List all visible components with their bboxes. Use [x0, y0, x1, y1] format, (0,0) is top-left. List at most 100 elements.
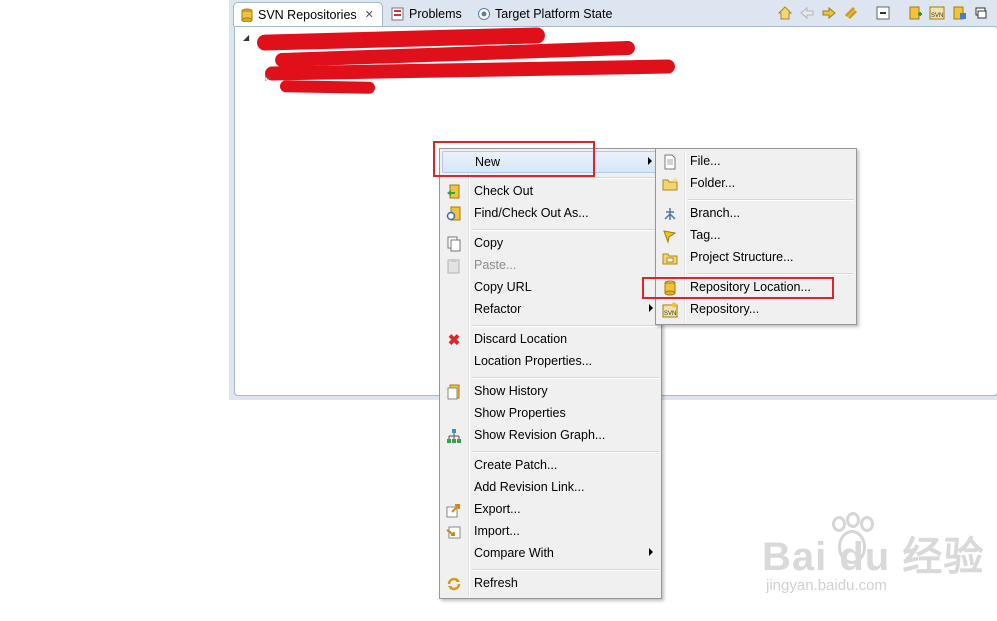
menu-separator	[688, 273, 854, 275]
menu-item-add-revision-link[interactable]: Add Revision Link...	[442, 477, 659, 499]
submenu-item-tag[interactable]: Tag...	[658, 225, 854, 247]
submenu-arrow-icon	[649, 304, 653, 312]
submenu-arrow-icon	[648, 157, 652, 165]
menu-item-import[interactable]: Import...	[442, 521, 659, 543]
back-icon[interactable]	[799, 5, 815, 21]
svg-text:SVN: SVN	[931, 13, 943, 19]
svn-repository-icon: SVN	[662, 302, 678, 318]
copy-icon	[446, 236, 462, 252]
menu-item-label: Refresh	[474, 576, 518, 590]
collapse-all-icon[interactable]	[875, 5, 891, 21]
tab-svn-repositories[interactable]: SVN Repositories ✕	[233, 2, 383, 26]
tab-label: Problems	[409, 7, 462, 21]
menu-item-label: Check Out	[474, 184, 534, 198]
view-toolbar: SVN	[777, 5, 989, 21]
menu-item-paste[interactable]: Paste...	[442, 255, 659, 277]
submenu-arrow-icon	[649, 548, 653, 556]
project-structure-icon	[662, 250, 678, 266]
svn-repositories-icon	[240, 8, 254, 22]
watermark-brand: Bai du 经验	[762, 535, 985, 579]
menu-item-discard-location[interactable]: ✖ Discard Location	[442, 329, 659, 351]
submenu-item-branch[interactable]: Branch...	[658, 203, 854, 225]
menu-item-compare-with[interactable]: Compare With	[442, 543, 659, 565]
find-checkout-icon	[446, 206, 462, 222]
submenu-item-repository[interactable]: SVN Repository...	[658, 299, 854, 321]
menu-item-label: Copy URL	[474, 280, 532, 294]
menu-item-label: Compare With	[474, 546, 554, 560]
submenu-item-folder[interactable]: Folder...	[658, 173, 854, 195]
tree-expand-icon[interactable]: ◢	[243, 33, 249, 42]
view-tab-bar: SVN Repositories ✕ Problems Target Platf…	[229, 0, 997, 27]
home-icon[interactable]	[777, 5, 793, 21]
menu-separator	[688, 199, 854, 201]
folder-icon	[662, 176, 678, 192]
file-icon	[662, 154, 678, 170]
svn-import-icon[interactable]: SVN	[929, 5, 945, 21]
discard-icon: ✖	[447, 332, 461, 349]
menu-item-refactor[interactable]: Refactor	[442, 299, 659, 321]
submenu-item-file[interactable]: File...	[658, 151, 854, 173]
refresh-icon	[446, 576, 462, 592]
menu-item-label: Show Revision Graph...	[474, 428, 606, 442]
menu-item-label: Discard Location	[474, 332, 568, 346]
menu-separator	[472, 451, 659, 453]
menu-item-refresh[interactable]: Refresh	[442, 573, 659, 595]
tree-expand-icon[interactable]: ▷	[265, 73, 271, 82]
menu-item-label: Branch...	[690, 206, 741, 220]
target-platform-icon	[477, 7, 491, 21]
menu-item-show-properties[interactable]: Show Properties	[442, 403, 659, 425]
menu-item-create-patch[interactable]: Create Patch...	[442, 455, 659, 477]
menu-item-label: Export...	[474, 502, 521, 516]
revision-graph-icon	[446, 428, 462, 444]
tab-label: SVN Repositories	[258, 7, 357, 22]
menu-item-label: Folder...	[690, 176, 736, 190]
menu-separator	[472, 325, 659, 327]
watermark-url: jingyan.baidu.com	[766, 577, 887, 594]
menu-item-check-out[interactable]: Check Out	[442, 181, 659, 203]
menu-item-label: Tag...	[690, 228, 721, 242]
link-icon[interactable]	[843, 5, 859, 21]
redacted-tree-content	[279, 80, 376, 94]
menu-separator	[472, 177, 659, 179]
menu-item-label: Paste...	[474, 258, 517, 272]
tag-icon	[662, 228, 678, 244]
submenu-item-project-structure[interactable]: Project Structure...	[658, 247, 854, 269]
menu-item-label: Create Patch...	[474, 458, 558, 472]
tab-label: Target Platform State	[495, 7, 613, 21]
menu-item-copy-url[interactable]: Copy URL	[442, 277, 659, 299]
forward-icon[interactable]	[821, 5, 837, 21]
close-icon[interactable]: ✕	[365, 8, 374, 21]
annotation-box-repository-location	[642, 277, 834, 299]
new-location-icon[interactable]	[907, 5, 923, 21]
menu-item-label: Refactor	[474, 302, 522, 316]
properties-icon[interactable]	[951, 5, 967, 21]
problems-icon	[391, 7, 405, 21]
menu-item-copy[interactable]: Copy	[442, 233, 659, 255]
paste-icon	[446, 258, 462, 274]
menu-item-export[interactable]: Export...	[442, 499, 659, 521]
menu-item-label: Show Properties	[474, 406, 566, 420]
menu-item-show-revision-graph[interactable]: Show Revision Graph...	[442, 425, 659, 447]
menu-separator	[472, 377, 659, 379]
menu-item-label: Import...	[474, 524, 520, 538]
menu-separator	[472, 229, 659, 231]
export-icon	[446, 502, 462, 518]
context-menu: New Check Out Find/Check Out As... Copy …	[439, 148, 662, 599]
menu-item-label: Find/Check Out As...	[474, 206, 589, 220]
menu-separator	[472, 569, 659, 571]
menu-item-label: File...	[690, 154, 721, 168]
menu-item-show-history[interactable]: Show History	[442, 381, 659, 403]
menu-item-label: Project Structure...	[690, 250, 794, 264]
menu-item-find-check-out-as[interactable]: Find/Check Out As...	[442, 203, 659, 225]
minimize-icon[interactable]	[973, 5, 989, 21]
menu-item-label: Repository...	[690, 302, 760, 316]
menu-item-label: Add Revision Link...	[474, 480, 585, 494]
tab-problems[interactable]: Problems	[385, 2, 471, 26]
tab-target-platform-state[interactable]: Target Platform State	[471, 2, 621, 26]
menu-item-label: Show History	[474, 384, 548, 398]
menu-item-location-properties[interactable]: Location Properties...	[442, 351, 659, 373]
checkout-icon	[446, 184, 462, 200]
import-icon	[446, 524, 462, 540]
menu-item-label: Location Properties...	[474, 354, 593, 368]
baidu-watermark: Bai du 经验 jingyan.baidu.com	[762, 512, 992, 612]
